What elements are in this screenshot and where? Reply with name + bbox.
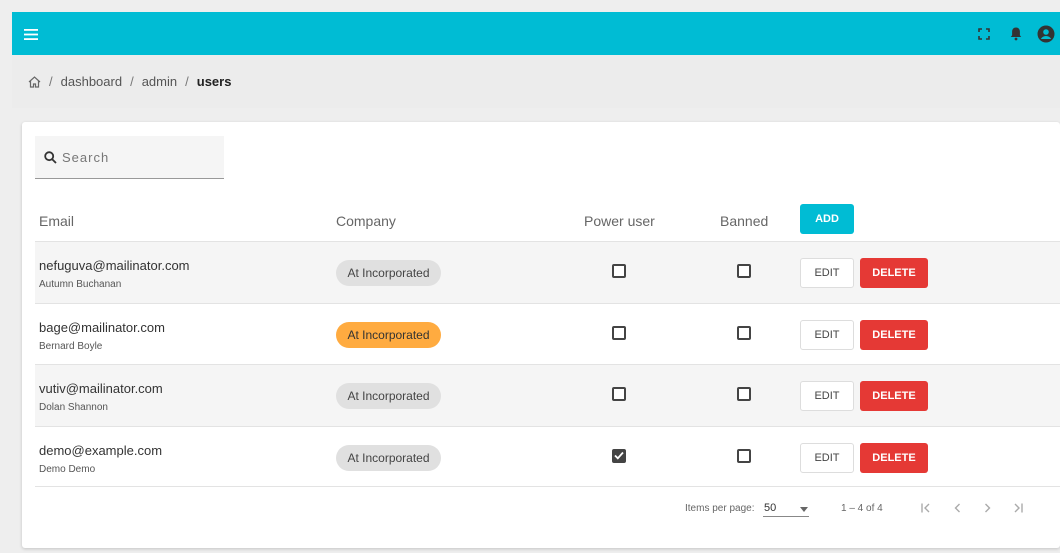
edit-button[interactable]: EDIT — [800, 442, 854, 473]
search-icon — [44, 150, 57, 164]
page-size-select[interactable]: 50 — [763, 501, 809, 517]
company-chip[interactable]: At Incorporated — [336, 383, 441, 409]
paginator: Items per page: 50 1 – 4 of 4 — [22, 487, 1060, 531]
users-card: Email Company Power user Banned ADD nefu… — [22, 122, 1060, 548]
power-user-checkbox[interactable] — [612, 387, 626, 401]
bell-icon[interactable] — [1005, 23, 1027, 45]
banned-checkbox[interactable] — [737, 325, 751, 340]
edit-button[interactable]: EDIT — [800, 258, 854, 288]
user-name: Autumn Buchanan — [39, 279, 122, 290]
breadcrumb: / dashboard / admin / users — [12, 55, 1060, 108]
breadcrumb-separator: / — [130, 74, 134, 89]
power-user-checkbox[interactable] — [612, 325, 626, 340]
first-page-icon[interactable] — [916, 498, 936, 518]
users-table-body: nefuguva@mailinator.com Autumn Buchanan At… — [35, 241, 1060, 487]
breadcrumb-admin[interactable]: admin — [142, 74, 177, 89]
top-toolbar — [12, 12, 1060, 55]
fullscreen-icon[interactable] — [973, 23, 995, 45]
page-size-value: 50 — [764, 502, 777, 514]
add-user-button[interactable]: ADD — [800, 204, 854, 234]
table-header: Email Company Power user Banned — [35, 202, 1060, 242]
items-per-page-label: Items per page: — [685, 503, 755, 514]
delete-button[interactable]: DELETE — [860, 442, 928, 473]
company-chip[interactable]: At Incorporated — [336, 260, 441, 286]
next-page-icon[interactable] — [977, 498, 997, 518]
user-name: Dolan Shannon — [39, 402, 108, 413]
home-icon[interactable] — [28, 75, 41, 88]
company-chip[interactable]: At Incorporated — [336, 444, 441, 471]
power-user-checkbox[interactable] — [612, 448, 626, 463]
column-header-company: Company — [336, 213, 396, 229]
user-email: nefuguva@mailinator.com — [39, 258, 190, 273]
user-name: Demo Demo — [39, 463, 96, 475]
menu-icon[interactable] — [20, 23, 42, 45]
banned-checkbox[interactable] — [737, 448, 751, 463]
table-row: nefuguva@mailinator.com Autumn Buchanan At… — [35, 241, 1060, 303]
breadcrumb-current: users — [196, 74, 232, 89]
edit-button[interactable]: EDIT — [800, 381, 854, 411]
column-header-power-user: Power user — [584, 213, 655, 229]
delete-button[interactable]: DELETE — [860, 319, 928, 350]
power-user-checkbox[interactable] — [612, 264, 626, 278]
edit-button[interactable]: EDIT — [800, 319, 854, 350]
user-email: vutiv@mailinator.com — [39, 381, 163, 396]
breadcrumb-dashboard[interactable]: dashboard — [61, 74, 122, 89]
dropdown-arrow-icon — [800, 507, 808, 512]
table-row: bage@mailinator.com Bernard Boyle At Incor… — [35, 302, 1060, 365]
breadcrumb-separator: / — [49, 74, 53, 89]
page-range-label: 1 – 4 of 4 — [841, 503, 883, 514]
banned-checkbox[interactable] — [737, 387, 751, 401]
table-row: vutiv@mailinator.com Dolan Shannon At Inco… — [35, 364, 1060, 426]
user-name: Bernard Boyle — [39, 340, 103, 352]
search-input[interactable] — [62, 149, 212, 165]
previous-page-icon[interactable] — [947, 498, 967, 518]
column-header-email: Email — [39, 213, 75, 229]
table-row: demo@example.com Demo Demo At Incorporated… — [35, 425, 1060, 487]
account-icon[interactable] — [1035, 23, 1057, 45]
user-email: demo@example.com — [39, 442, 163, 458]
delete-button[interactable]: DELETE — [860, 258, 928, 288]
search-field[interactable] — [35, 136, 224, 179]
user-email: bage@mailinator.com — [39, 319, 165, 335]
banned-checkbox[interactable] — [737, 264, 751, 278]
last-page-icon[interactable] — [1007, 498, 1027, 518]
breadcrumb-separator: / — [185, 74, 189, 89]
delete-button[interactable]: DELETE — [860, 381, 928, 411]
company-chip[interactable]: At Incorporated — [336, 321, 441, 348]
column-header-banned: Banned — [720, 213, 769, 229]
